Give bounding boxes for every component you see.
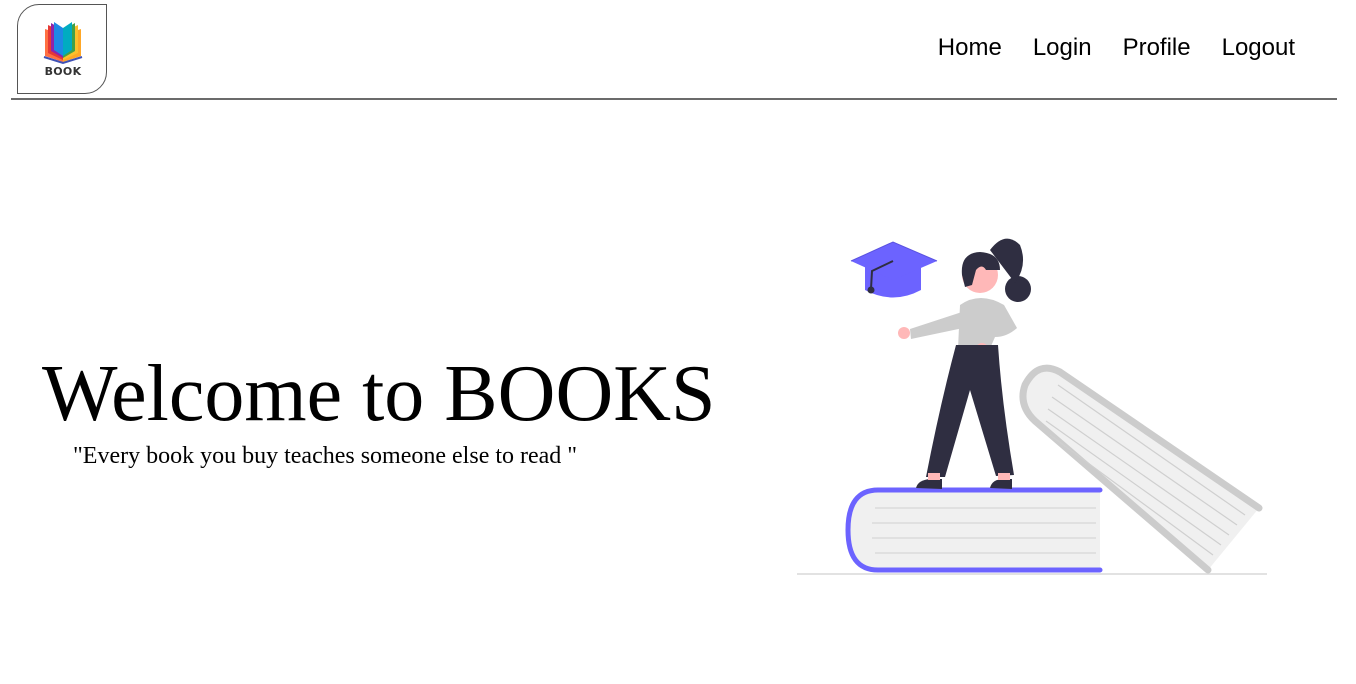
nav-profile[interactable]: Profile — [1123, 32, 1191, 64]
logo[interactable]: BOOK — [17, 4, 107, 94]
logo-text: BOOK — [44, 65, 82, 78]
header: BOOK Home Login Profile Logout — [11, 0, 1337, 100]
nav-login[interactable]: Login — [1033, 32, 1092, 64]
book-logo-icon — [43, 22, 83, 65]
graduation-reader-illustration — [797, 238, 1267, 575]
hero-title: Welcome to BOOKS — [42, 350, 716, 438]
nav-home[interactable]: Home — [938, 32, 1002, 64]
main-nav: Home Login Profile Logout — [938, 32, 1295, 64]
nav-logout[interactable]: Logout — [1222, 32, 1295, 64]
graduation-cap-icon — [850, 241, 938, 298]
stacked-book-icon — [845, 487, 1103, 573]
hero-quote: "Every book you buy teaches someone else… — [73, 443, 578, 469]
